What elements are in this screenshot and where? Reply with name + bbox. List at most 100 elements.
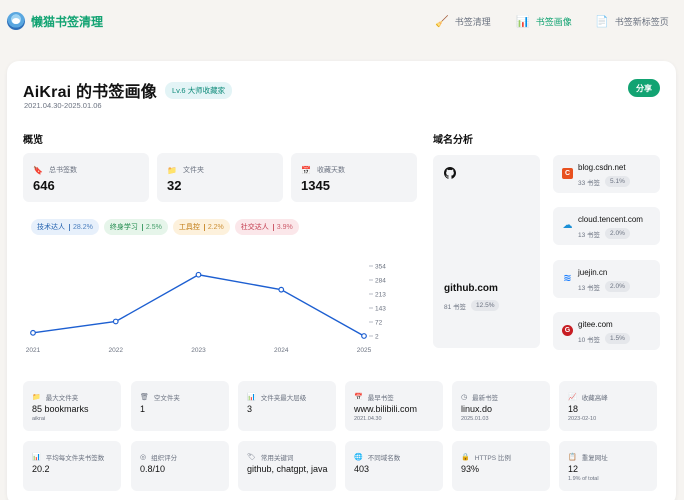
domain-pct: 1.5% [605, 333, 630, 344]
stat-value: 32 [167, 178, 182, 193]
stat-label: 文件夹 [182, 167, 204, 174]
domain-name: github.com [444, 283, 498, 294]
metric-label: 收藏高峰 [581, 395, 608, 402]
tag-label: 终身学习 [109, 224, 138, 231]
calendar-icon: 📅 [301, 165, 311, 175]
title-row: AiKrai 的书签画像 Lv.6 大师收藏家 [23, 78, 233, 102]
tag-pill[interactable]: 社交达人 3.9% [234, 219, 299, 235]
tag-label: 社交达人 [240, 224, 269, 231]
metric-label: 重复网址 [581, 455, 608, 462]
domain-count: 13 书签 [578, 284, 601, 292]
bar-chart-icon: 📊 [32, 454, 41, 461]
metric-label: 平均每文件夹书签数 [45, 455, 105, 462]
data-point[interactable] [195, 271, 202, 278]
nav-bookmark-profile[interactable]: 📊 书签画像 [516, 15, 572, 28]
github-icon [444, 167, 456, 179]
nav-label: 书签新标签页 [614, 17, 669, 27]
metric-card: 🌐 不同域名数 403 [345, 441, 443, 491]
brand[interactable]: 懒猫书签清理 [7, 12, 103, 30]
bar-chart-icon: 📊 [516, 16, 530, 28]
metric-value: 85 bookmarks [32, 404, 89, 414]
metric-value: 18 [568, 404, 579, 414]
tencent-cloud-icon: ☁ [562, 220, 573, 231]
data-point[interactable] [112, 318, 119, 325]
app-logo-icon [7, 12, 25, 30]
tag-pill[interactable]: 技术达人 28.2% [31, 219, 99, 235]
y-tick-label: 143 [375, 305, 386, 312]
bookmark-icon: 🔖 [33, 165, 43, 175]
stat-label: 总书签数 [48, 167, 77, 174]
stat-value: 646 [33, 178, 55, 193]
metric-value: 93% [461, 464, 480, 474]
broom-icon: 🧹 [435, 16, 449, 28]
stat-total-bookmarks: 🔖 总书签数 646 [23, 153, 149, 202]
overview-title: 概览 [23, 135, 43, 146]
metric-card: 🏷 常用关键词 github, chatgpt, java [238, 441, 336, 491]
stat-days: 📅 收藏天数 1345 [291, 153, 417, 202]
domain-name: blog.csdn.net [578, 163, 626, 172]
level-badge: Lv.6 大师收藏家 [164, 81, 233, 99]
metric-value: 12 [568, 464, 579, 474]
metric-value: linux.do [461, 404, 493, 414]
y-tick-label: 354 [375, 263, 386, 270]
metric-sub: 1.9% of total [568, 476, 599, 482]
app-title: 懒猫书签清理 [31, 14, 104, 29]
data-point[interactable] [361, 333, 367, 339]
x-tick-label: 2021 [26, 347, 41, 354]
profile-card: AiKrai 的书签画像 Lv.6 大师收藏家 2021.04.30-2025.… [7, 61, 676, 500]
domain-name: juejin.cn [578, 268, 608, 277]
domain-count: 81 书签 [444, 303, 467, 311]
trash-icon: 🗑 [140, 394, 149, 401]
tag-pct: 3.9% [272, 223, 293, 231]
data-point[interactable] [278, 286, 285, 293]
domain-card-main[interactable]: github.com 81 书签 12.5% [433, 155, 540, 348]
domain-card[interactable]: ≋ juejin.cn 13 书签 2.0% [553, 260, 660, 298]
metric-sub: aikrai [32, 416, 46, 422]
tag-pill[interactable]: 工具控 2.2% [172, 219, 230, 235]
metric-card: 🗑 空文件夹 1 [131, 381, 229, 431]
tag-pills: 技术达人 28.2% 终身学习 2.5% 工具控 2.2% 社交达人 3.9% [31, 219, 304, 235]
tag-pct: 28.2% [69, 223, 93, 231]
folder-icon: 📁 [167, 165, 177, 175]
data-point[interactable] [30, 329, 36, 336]
metric-card: ◷ 最新书签 linux.do 2025.01.03 [452, 381, 550, 431]
nav-bookmark-newtab[interactable]: 📄 书签新标签页 [595, 15, 684, 28]
domain-card[interactable]: G gitee.com 10 书签 1.5% [553, 312, 660, 350]
metric-card: 📈 收藏高峰 18 2023-02-10 [559, 381, 657, 431]
metric-value: 1 [140, 404, 146, 414]
share-button[interactable]: 分享 [628, 79, 660, 97]
metric-value: www.bilibili.com [354, 404, 418, 414]
globe-icon: 🌐 [354, 454, 363, 461]
metric-value: 0.8/10 [140, 464, 166, 474]
duplicate-icon: 📋 [568, 454, 577, 461]
domain-card[interactable]: C blog.csdn.net 33 书签 5.1% [553, 155, 660, 193]
metric-label: 最早书签 [367, 395, 394, 402]
x-tick-label: 2025 [357, 347, 372, 354]
x-tick-label: 2022 [109, 347, 124, 354]
metric-label: 组织评分 [151, 455, 178, 462]
layers-icon: 📊 [247, 394, 256, 401]
y-tick-label: 2 [375, 333, 379, 340]
tag-pill[interactable]: 终身学习 2.5% [103, 219, 168, 235]
metric-card: 📁 最大文件夹 85 bookmarks aikrai [23, 381, 121, 431]
metric-label: 常用关键词 [260, 455, 294, 462]
domain-name: gitee.com [578, 320, 613, 329]
series-line [32, 274, 365, 337]
csdn-icon: C [562, 168, 573, 179]
stat-value: 1345 [301, 178, 330, 193]
domain-card[interactable]: ☁ cloud.tencent.com 13 书签 2.0% [553, 207, 660, 245]
metric-sub: 2025.01.03 [461, 416, 489, 422]
tag-label: 工具控 [178, 224, 200, 231]
tag-pct: 2.2% [203, 223, 224, 231]
y-tick-label: 284 [375, 277, 386, 284]
domain-pct: 2.0% [605, 281, 630, 292]
metric-sub: 2021.04.30 [354, 416, 382, 422]
nav-bookmark-cleanup[interactable]: 🧹 书签清理 [435, 15, 491, 28]
metric-sub: 2023-02-10 [568, 416, 597, 422]
target-icon: ◎ [140, 454, 147, 461]
metric-label: 最大文件夹 [45, 395, 79, 402]
domain-pct: 12.5% [471, 300, 500, 311]
stat-folders: 📁 文件夹 32 [157, 153, 283, 202]
page-title: AiKrai 的书签画像 [23, 84, 157, 101]
domain-name: cloud.tencent.com [578, 215, 643, 224]
